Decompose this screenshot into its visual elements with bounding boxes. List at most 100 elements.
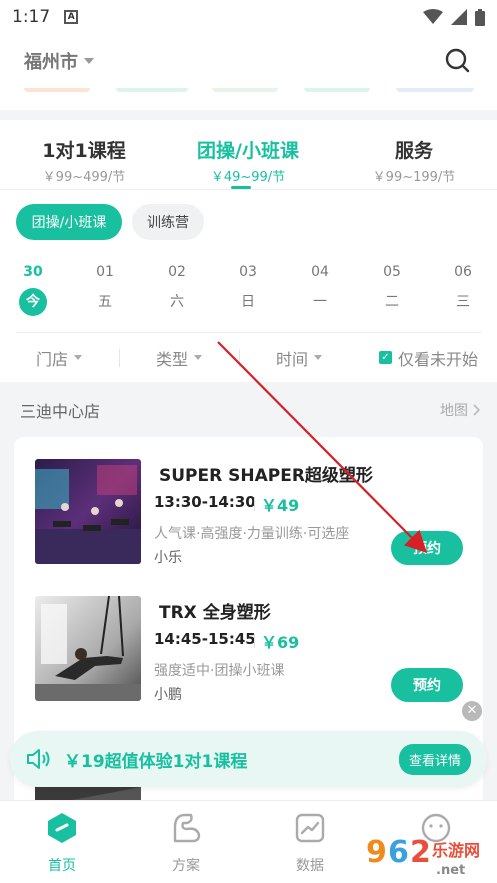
chip-group-class[interactable]: 团操/小班课 xyxy=(16,204,122,240)
filter-time[interactable]: 时间 xyxy=(276,346,323,370)
battery-icon xyxy=(475,8,485,26)
course-title: TRX 全身塑形 xyxy=(159,603,271,623)
close-promo-button[interactable]: ✕ xyxy=(462,701,482,721)
tab-price: ￥99~199/节 xyxy=(372,170,456,185)
date-weekday: 三 xyxy=(456,294,470,310)
map-link[interactable]: 地图 xyxy=(440,400,480,420)
tab-service[interactable]: 服务 ￥99~199/节 xyxy=(334,136,494,185)
course-time: 13:30-14:30 xyxy=(154,493,256,511)
filter-bar: 门店 类型 时间 ✓ 仅看未开始 xyxy=(16,332,481,382)
date-day: 02 xyxy=(168,264,186,280)
filter-only-not-started[interactable]: ✓ 仅看未开始 xyxy=(379,346,478,370)
course-title: SUPER SHAPER超级塑形 xyxy=(159,466,373,486)
chevron-down-icon xyxy=(74,355,83,360)
tab-one-on-one[interactable]: 1对1课程 ￥99~499/节 xyxy=(4,136,164,185)
course-price: ￥49 xyxy=(261,496,300,515)
course-coach: 小乐 xyxy=(154,550,182,566)
category-tile[interactable] xyxy=(116,88,188,92)
course-thumbnail xyxy=(35,596,141,701)
date-day: 01 xyxy=(96,264,114,280)
course-thumbnail xyxy=(35,459,141,564)
map-link-label: 地图 xyxy=(440,403,468,419)
nav-label: 数据 xyxy=(296,858,324,874)
nav-plan[interactable]: 方案 xyxy=(146,811,226,875)
top-bar: 福州市 xyxy=(0,34,497,88)
course-tags: 人气课·高强度·力量训练·可选座 xyxy=(154,526,350,542)
wifi-icon xyxy=(423,9,443,24)
tab-price: ￥99~499/节 xyxy=(42,170,126,185)
course-panel: 1对1课程 ￥99~499/节 团操/小班课 ￥49~99/节 服务 ￥99~1… xyxy=(0,120,497,382)
date-weekday: 六 xyxy=(170,294,184,310)
svg-text:.net: .net xyxy=(436,863,465,878)
date-item[interactable]: 04 一 xyxy=(300,264,340,316)
course-coach: 小鹏 xyxy=(154,687,182,703)
divider xyxy=(239,349,240,367)
divider xyxy=(254,634,255,648)
status-bar: 1:17 A xyxy=(0,0,497,34)
date-item[interactable]: 05 二 xyxy=(372,264,412,316)
home-icon xyxy=(48,813,76,843)
category-tile[interactable] xyxy=(212,88,278,92)
date-day: 05 xyxy=(383,264,401,280)
course-item[interactable]: SUPER SHAPER超级塑形 13:30-14:30 ￥49 人气课·高强度… xyxy=(14,459,483,579)
watermark-logo: 9 6 2 乐游网 .net xyxy=(362,828,494,880)
tab-group-class[interactable]: 团操/小班课 ￥49~99/节 xyxy=(168,136,328,185)
speaker-icon xyxy=(27,749,50,769)
filter-type-label: 类型 xyxy=(156,349,189,369)
nav-data[interactable]: 数据 xyxy=(270,811,350,875)
search-button[interactable] xyxy=(443,46,473,76)
divider xyxy=(254,497,255,511)
muscle-icon xyxy=(173,813,201,843)
nav-home[interactable]: 首页 xyxy=(22,811,102,875)
status-icons xyxy=(423,8,485,26)
date-item[interactable]: 02 六 xyxy=(157,264,197,316)
date-weekday: 一 xyxy=(313,294,327,310)
svg-text:2: 2 xyxy=(410,835,431,870)
date-weekday: 五 xyxy=(98,294,112,310)
date-item[interactable]: 01 五 xyxy=(85,264,125,316)
svg-text:9: 9 xyxy=(366,835,387,870)
chip-training-camp[interactable]: 训练营 xyxy=(132,204,204,240)
course-tags: 强度适中·团操小班课 xyxy=(154,663,285,679)
book-button[interactable]: 预约 xyxy=(391,531,463,565)
tab-title: 1对1课程 xyxy=(42,140,126,162)
filter-time-label: 时间 xyxy=(276,349,309,369)
svg-text:乐游网: 乐游网 xyxy=(432,841,480,860)
date-weekday: 日 xyxy=(241,294,255,310)
category-tile[interactable] xyxy=(396,88,474,92)
date-day: 04 xyxy=(311,264,329,280)
course-time: 14:45-15:45 xyxy=(154,630,256,648)
book-button[interactable]: 预约 xyxy=(391,668,463,702)
svg-text:6: 6 xyxy=(388,835,409,870)
filter-store[interactable]: 门店 xyxy=(36,346,83,370)
view-details-button[interactable]: 查看详情 xyxy=(398,743,471,775)
nav-label: 方案 xyxy=(172,858,200,874)
date-item[interactable]: 06 三 xyxy=(443,264,483,316)
promo-text: ￥19超值体验1对1课程 xyxy=(64,751,248,772)
city-selector[interactable]: 福州市 xyxy=(24,48,78,74)
tab-price: ￥49~99/节 xyxy=(210,170,286,185)
date-item[interactable]: 30 今 xyxy=(13,264,53,316)
course-price: ￥69 xyxy=(261,633,300,652)
filter-type[interactable]: 类型 xyxy=(156,346,203,370)
active-tab-indicator xyxy=(231,186,251,189)
close-icon: ✕ xyxy=(466,703,478,718)
category-tile[interactable] xyxy=(24,88,90,92)
checkbox-checked-icon[interactable]: ✓ xyxy=(379,351,392,364)
date-day: 03 xyxy=(239,264,257,280)
course-type-tabs: 1对1课程 ￥99~499/节 团操/小班课 ￥49~99/节 服务 ￥99~1… xyxy=(0,120,497,190)
category-strip xyxy=(0,88,497,110)
date-item[interactable]: 03 日 xyxy=(228,264,268,316)
tab-title: 服务 xyxy=(394,140,433,162)
nav-label: 首页 xyxy=(48,858,76,874)
status-time: 1:17 xyxy=(12,7,51,27)
category-tile[interactable] xyxy=(304,88,370,92)
divider xyxy=(119,349,120,367)
filter-store-label: 门店 xyxy=(36,349,69,369)
store-name: 三迪中心店 xyxy=(20,402,101,421)
chevron-down-icon[interactable] xyxy=(84,58,94,64)
search-icon xyxy=(445,48,470,73)
date-day: 06 xyxy=(454,264,472,280)
course-item[interactable]: TRX 全身塑形 14:45-15:45 ￥69 强度适中·团操小班课 小鹏 预… xyxy=(14,596,483,716)
promo-banner[interactable]: ￥19超值体验1对1课程 查看详情 xyxy=(10,731,487,787)
